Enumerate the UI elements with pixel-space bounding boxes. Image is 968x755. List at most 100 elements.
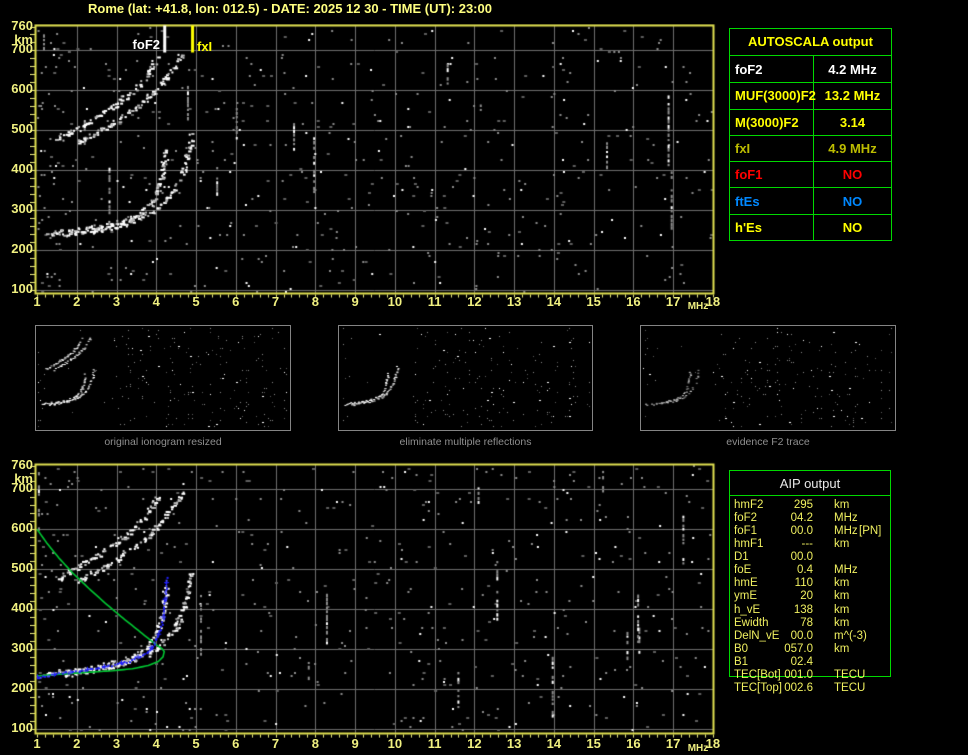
x-tick-label: 8 [311,294,319,309]
aip-row-value: 20 [800,590,813,603]
thumbnail-caption-eliminate: eliminate multiple reflections [399,436,532,448]
aip-row-value: 00.0 [790,629,813,642]
autoscala-row: M(3000)F2 3.14 [730,108,891,135]
fxI-marker-label: fxI [197,39,213,54]
thumbnail-caption-evidence: evidence F2 trace [726,436,810,448]
x-tick-label: 2 [73,294,81,309]
autoscala-row-value: 13.2 MHz [824,88,881,104]
aip-row-unit: TECU [834,668,866,681]
autoscala-row: foF2 4.2 MHz [730,56,891,83]
y-tick-label: 500 [11,560,33,576]
x-tick-label: 8 [311,736,319,751]
x-tick-label: 17 [665,294,681,309]
aip-row-unit: TECU [834,681,866,694]
top-ionogram-canvas [30,24,716,300]
aip-row-value: 0.4 [797,564,813,577]
autoscala-row-label: foF1 [730,162,814,188]
aip-row-note: [PN] [859,525,882,538]
y-tick-label: 300 [11,200,33,216]
aip-row: foF1 00.0 MHz [PN] [733,525,893,538]
aip-row-unit: MHz [834,512,858,525]
aip-row: foF2 04.2 MHz [733,512,893,525]
thumbnail-caption-original: original ionogram resized [104,436,222,448]
autoscala-row-value: 4.9 MHz [828,140,877,156]
x-tick-label: 3 [112,736,121,751]
x-tick-label: 9 [351,736,359,751]
autoscala-row: ftEs NO [730,187,891,214]
y-tick-label: 200 [11,240,33,256]
x-tick-label: 12 [467,294,482,309]
aip-row: TEC[Top] 002.6 TECU [733,682,893,695]
aip-row-value: 00.0 [790,551,813,564]
y-tick-label: 300 [11,639,33,655]
x-tick-label: 17 [665,736,681,751]
aip-row-unit: MHz [834,525,858,538]
x-tick-label: 11 [427,294,442,309]
aip-row: h_vE 138 km [733,604,893,617]
aip-row-unit: km [834,642,850,655]
aip-row-unit: m^(-3) [834,629,867,642]
x-tick-label: 4 [152,736,160,751]
autoscala-table: AUTOSCALA output foF2 4.2 MHz MUF(3000)F2 1… [729,28,892,241]
autoscala-row-value: NO [842,219,863,235]
autoscala-row-value: NO [842,193,863,209]
aip-row: foE 0.4 MHz [733,564,893,577]
aip-row: B0 057.0 km [733,643,893,656]
aip-row-unit: km [834,499,850,511]
autoscala-row-value: 4.2 MHz [828,61,877,77]
autoscala-row-label: h'Es [730,214,814,240]
y-tick-label: 600 [11,520,33,536]
x-tick-label: 10 [387,736,403,751]
autoscala-row-label: MUF(3000)F2 [730,83,816,109]
aip-row-unit: km [834,538,850,551]
thumbnail-original-ionogram [35,325,291,431]
aip-row-value: 295 [793,499,813,511]
aip-row: hmF2 295 km [733,499,893,512]
aip-row-value: 110 [794,577,813,590]
x-axis-unit-label: MHz [687,301,709,312]
autoscala-row-value: 3.14 [839,114,866,130]
autoscala-row: fxI 4.9 MHz [730,134,891,162]
thumbnail-eliminate-reflections [338,325,593,431]
bottom-ionogram-canvas [30,462,716,738]
window-title: Rome (lat: +41.8, lon: 012.5) - DATE: 20… [88,1,492,16]
x-tick-label: 9 [351,294,359,309]
aip-row: hmF1 --- km [733,538,893,551]
x-tick-label: 13 [506,736,522,751]
x-tick-label: 7 [271,736,280,751]
y-tick-label: 100 [11,280,33,296]
x-tick-label: 1 [33,736,41,751]
aip-row-unit: km [834,616,850,629]
y-tick-label: 760 [11,456,33,472]
aip-row: B1 02.4 [733,656,893,669]
x-tick-label: 1 [33,294,41,309]
y-tick-label: 100 [11,719,33,735]
aip-row-value: 001.0 [784,668,813,681]
x-tick-label: 16 [626,294,641,309]
y-tick-label: 400 [11,160,33,176]
aip-row-value: 78 [800,616,813,629]
x-tick-label: 6 [232,294,240,309]
x-tick-label: 7 [271,294,280,309]
autoscala-table-title: AUTOSCALA output [730,29,891,56]
aip-row-unit: km [834,603,850,616]
aip-row: D1 00.0 [733,551,893,564]
aip-row: hmE 110 km [733,577,893,590]
x-tick-label: 5 [192,736,200,751]
x-tick-label: 10 [387,294,403,309]
aip-row-value: --- [801,538,814,551]
aip-row: TEC[Bot] 001.0 TECU [733,669,893,682]
aip-row: ymE 20 km [733,590,893,603]
x-tick-label: 2 [73,736,81,751]
autoscala-row: MUF(3000)F2 13.2 MHz [730,82,891,109]
x-tick-label: 14 [546,294,562,309]
y-tick-label: 500 [11,121,33,137]
y-tick-label: 200 [11,679,33,695]
x-tick-label: 15 [586,294,601,309]
aip-row-value: 138 [793,603,813,616]
autoscala-row-label: ftEs [730,188,814,214]
autoscala-row: h'Es NO [730,213,891,240]
x-tick-label: 3 [112,294,121,309]
y-tick-label: 760 [11,17,33,33]
x-tick-label: 16 [626,736,641,751]
